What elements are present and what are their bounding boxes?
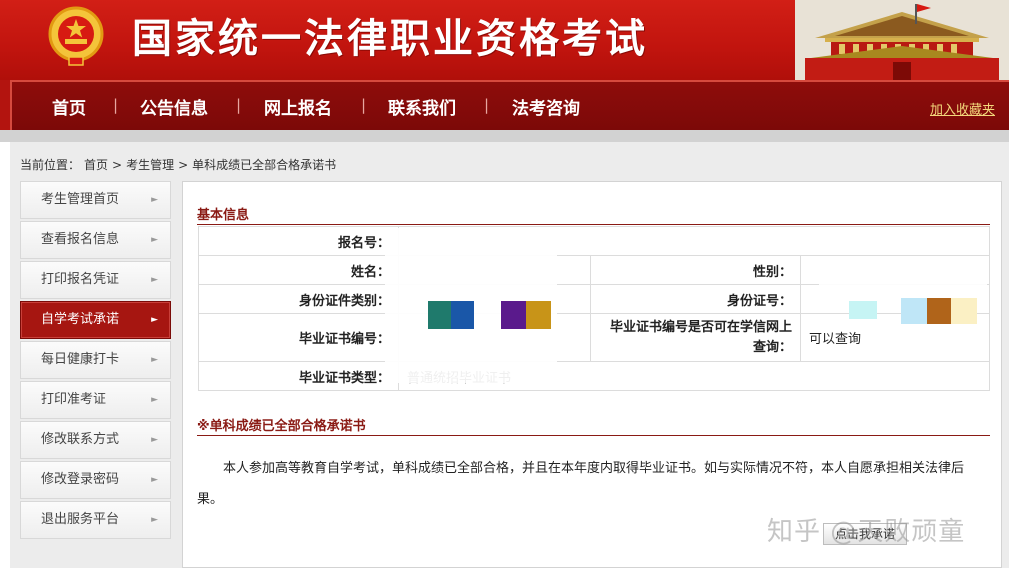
breadcrumb-separator: > bbox=[112, 158, 123, 172]
header-banner: 国家统一法律职业资格考试 bbox=[0, 0, 1009, 80]
sidebar-item-candidate-home[interactable]: 考生管理首页 ► bbox=[20, 181, 171, 219]
chevron-right-icon: ► bbox=[151, 275, 158, 285]
main-nav: 首页 | 公告信息 | 网上报名 | 联系我们 | 法考咨询 加入收藏夹 bbox=[10, 80, 1009, 130]
sidebar-item-logout[interactable]: 退出服务平台 ► bbox=[20, 501, 171, 539]
gender-label: 性别： bbox=[590, 255, 801, 285]
national-emblem-icon bbox=[48, 6, 104, 66]
pledge-text: 本人参加高等教育自学考试，单科成绩已全部合格，并且在本年度内取得毕业证书。如与实… bbox=[197, 461, 965, 507]
sidebar-item-label: 打印报名凭证 bbox=[41, 272, 120, 287]
breadcrumb: 当前位置： 首页 > 考生管理 > 单科成绩已全部合格承诺书 bbox=[20, 156, 340, 173]
sidebar-item-change-password[interactable]: 修改登录密码 ► bbox=[20, 461, 171, 499]
chevron-right-icon: ► bbox=[151, 435, 158, 445]
id-type-label: 身份证件类别： bbox=[198, 284, 399, 314]
privacy-mask bbox=[849, 301, 877, 319]
cert-query-label: 毕业证书编号是否可在学信网上查询： bbox=[590, 313, 801, 362]
nav-online-registration[interactable]: 网上报名 bbox=[264, 94, 332, 119]
nav-exam-consulting[interactable]: 法考咨询 bbox=[512, 94, 580, 119]
nav-separator: | bbox=[361, 96, 367, 114]
nav-contact-us[interactable]: 联系我们 bbox=[388, 94, 456, 119]
chevron-right-icon: ► bbox=[151, 235, 158, 245]
section-divider bbox=[197, 435, 990, 436]
privacy-mask bbox=[501, 301, 551, 329]
breadcrumb-prefix: 当前位置： bbox=[20, 158, 81, 172]
nav-separator: | bbox=[113, 96, 119, 114]
pledge-title: ※单科成绩已全部合格承诺书 bbox=[197, 419, 366, 434]
sidebar-item-label: 每日健康打卡 bbox=[41, 352, 120, 367]
basic-info-title: 基本信息 bbox=[197, 208, 250, 223]
section-divider bbox=[197, 224, 990, 225]
chevron-right-icon: ► bbox=[151, 195, 158, 205]
breadcrumb-current: 单科成绩已全部合格承诺书 bbox=[192, 158, 337, 172]
privacy-mask bbox=[901, 298, 977, 324]
tiananmen-gate-icon bbox=[795, 0, 1009, 80]
sidebar-item-edit-contact[interactable]: 修改联系方式 ► bbox=[20, 421, 171, 459]
breadcrumb-separator: > bbox=[178, 158, 189, 172]
sidebar-item-label: 查看报名信息 bbox=[41, 232, 120, 247]
nav-separator: | bbox=[484, 96, 490, 114]
breadcrumb-home[interactable]: 首页 bbox=[84, 158, 108, 172]
chevron-right-icon: ► bbox=[151, 315, 158, 325]
sidebar-item-print-admission-ticket[interactable]: 打印准考证 ► bbox=[20, 381, 171, 419]
chevron-right-icon: ► bbox=[151, 355, 158, 365]
sidebar-item-label: 修改联系方式 bbox=[41, 432, 120, 447]
sidebar-item-label: 修改登录密码 bbox=[41, 472, 120, 487]
sidebar-item-label: 退出服务平台 bbox=[41, 512, 120, 527]
chevron-right-icon: ► bbox=[151, 475, 158, 485]
nav-home[interactable]: 首页 bbox=[52, 94, 86, 119]
nav-announcements[interactable]: 公告信息 bbox=[140, 94, 208, 119]
nav-separator: | bbox=[236, 96, 242, 114]
chevron-right-icon: ► bbox=[151, 395, 158, 405]
main-panel: 基本信息 报名号： 姓名： 性别： 身份证件类别： 身份证号： 毕业证书编号： … bbox=[182, 181, 1002, 568]
privacy-mask bbox=[819, 261, 987, 303]
cert-type-label: 毕业证书类型： bbox=[198, 361, 399, 391]
chevron-right-icon: ► bbox=[151, 515, 158, 525]
add-to-favorites-link[interactable]: 加入收藏夹 bbox=[930, 99, 995, 118]
sidebar-item-view-registration[interactable]: 查看报名信息 ► bbox=[20, 221, 171, 259]
sidebar-menu: 考生管理首页 ► 查看报名信息 ► 打印报名凭证 ► 自学考试承诺 ► 每日健康打卡 ► … bbox=[20, 181, 171, 541]
site-title: 国家统一法律职业资格考试 bbox=[132, 16, 648, 62]
sidebar-item-label: 考生管理首页 bbox=[41, 192, 120, 207]
sidebar-item-label: 自学考试承诺 bbox=[41, 312, 120, 327]
reg-no-label: 报名号： bbox=[198, 226, 399, 256]
sidebar-item-label: 打印准考证 bbox=[41, 392, 107, 407]
sidebar-item-print-registration[interactable]: 打印报名凭证 ► bbox=[20, 261, 171, 299]
id-no-label: 身份证号： bbox=[590, 284, 801, 314]
breadcrumb-section[interactable]: 考生管理 bbox=[126, 158, 174, 172]
sidebar-item-health-checkin[interactable]: 每日健康打卡 ► bbox=[20, 341, 171, 379]
nav-wrapper: 首页 | 公告信息 | 网上报名 | 联系我们 | 法考咨询 加入收藏夹 bbox=[0, 80, 1009, 130]
watermark: 知乎 @天败顽童 bbox=[767, 517, 966, 547]
name-label: 姓名： bbox=[198, 255, 399, 285]
cert-no-label: 毕业证书编号： bbox=[198, 313, 399, 362]
header-divider bbox=[0, 130, 1009, 142]
sidebar-item-self-study-pledge[interactable]: 自学考试承诺 ► bbox=[20, 301, 171, 339]
privacy-mask bbox=[428, 301, 474, 329]
